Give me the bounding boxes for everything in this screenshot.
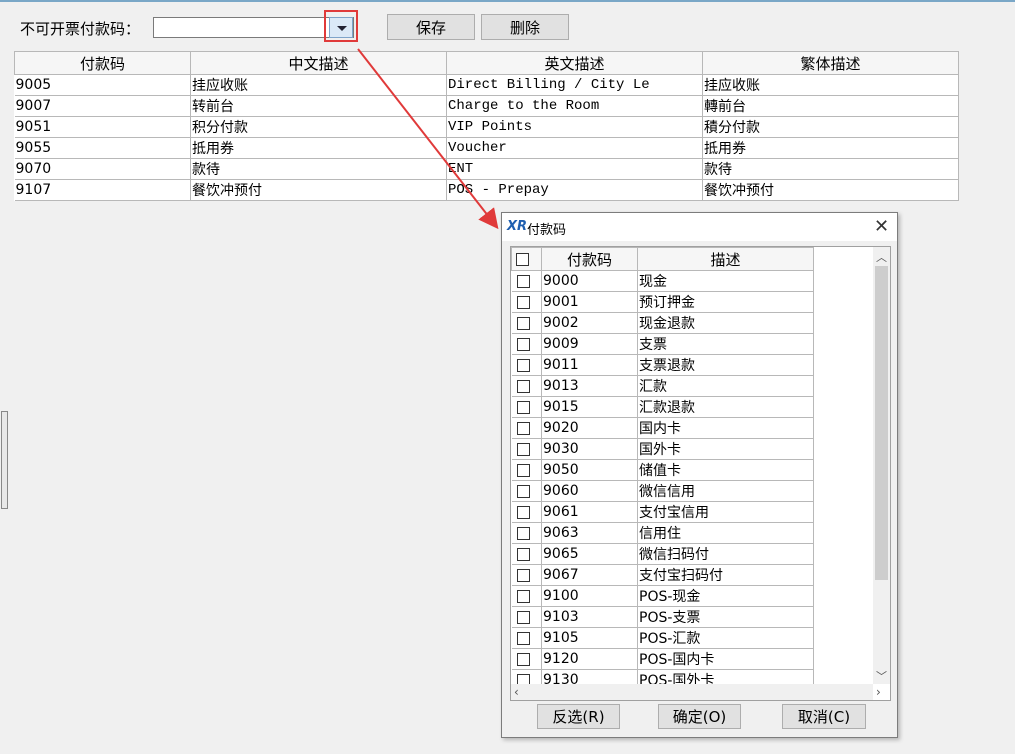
annotation-arrow xyxy=(357,48,499,230)
